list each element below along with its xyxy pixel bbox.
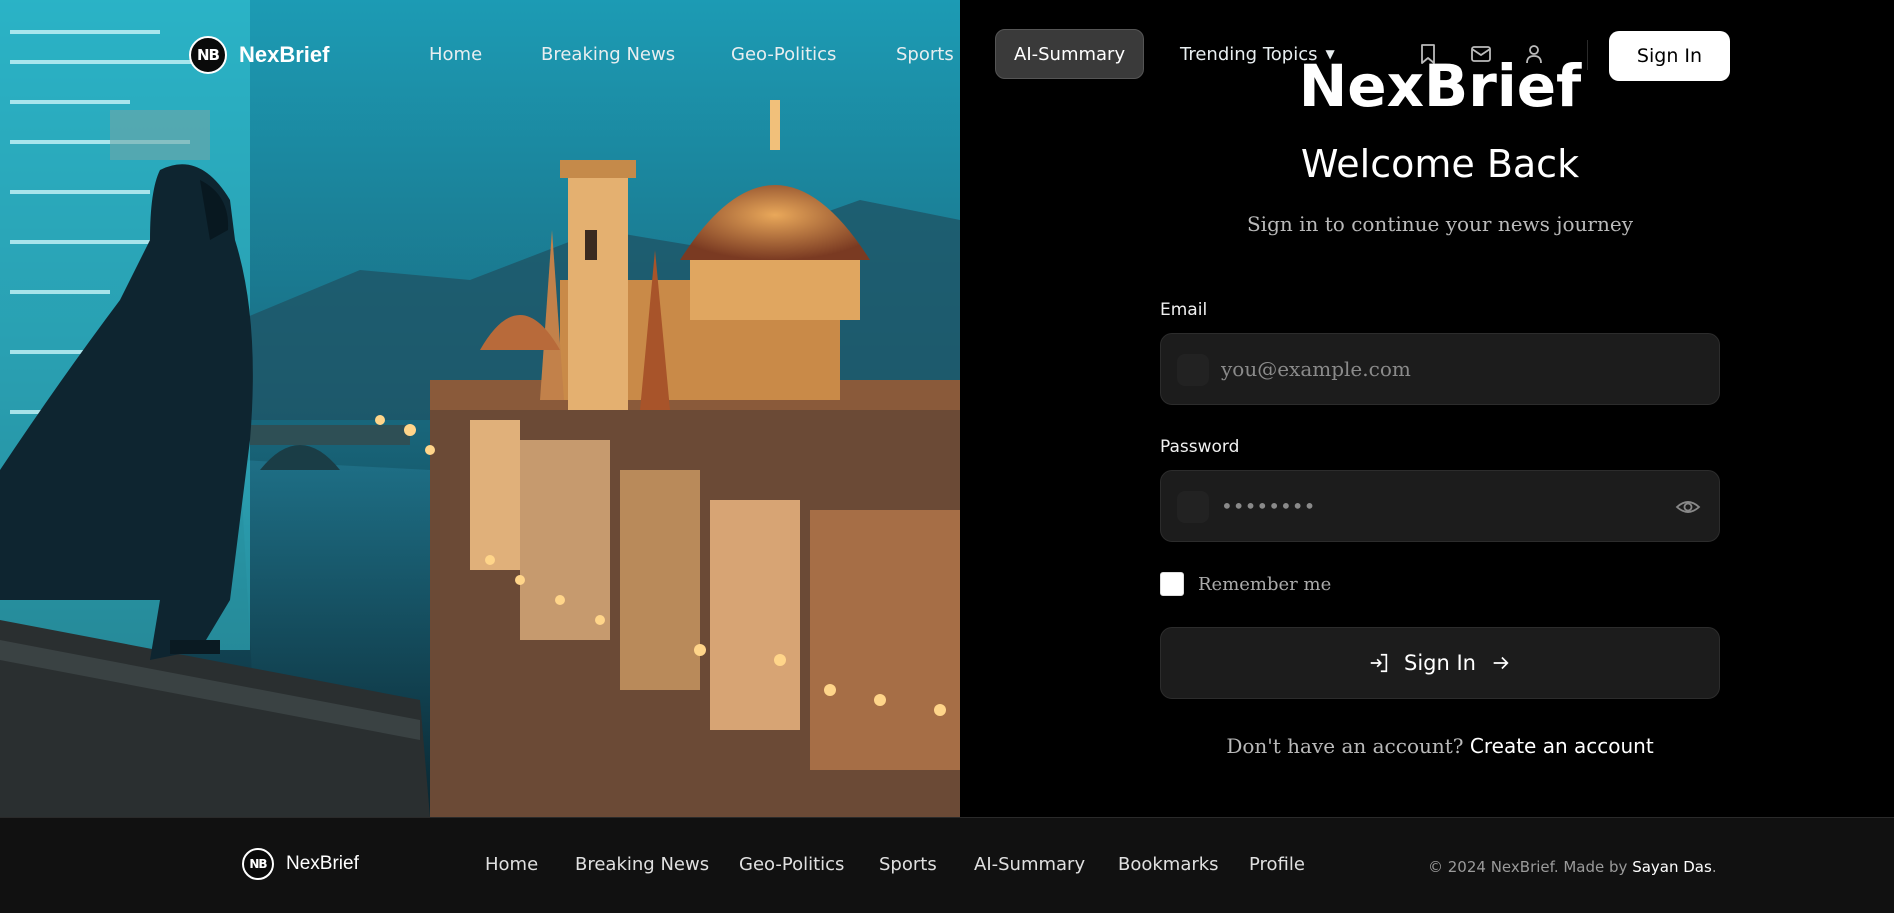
show-password-icon[interactable] [1675,495,1701,519]
footer-link-sports[interactable]: Sports [879,854,937,875]
copyright-end: . [1711,858,1717,876]
footer-link-breaking-news[interactable]: Breaking News [575,854,709,875]
remember-me-checkbox[interactable] [1160,572,1184,596]
email-label: Email [1160,300,1208,320]
password-input[interactable] [1221,471,1661,541]
footer-brand[interactable]: NB NexBrief [242,848,359,880]
email-input[interactable] [1221,334,1661,404]
sign-in-button[interactable]: Sign In [1160,627,1720,699]
footer-link-geo-politics[interactable]: Geo-Politics [739,854,844,875]
welcome-heading: Welcome Back [1300,142,1580,186]
mail-field-icon [1177,354,1209,386]
lock-icon [1177,491,1209,523]
footer: NB NexBrief Home Breaking News Geo-Polit… [0,817,1894,913]
footer-logo: NB [242,848,274,880]
footer-link-home[interactable]: Home [485,854,538,875]
remember-me[interactable]: Remember me [1160,572,1331,596]
login-icon [1370,653,1388,673]
signup-question: Don't have an account? [1226,734,1464,758]
footer-link-profile[interactable]: Profile [1249,854,1305,875]
nav-breaking-news[interactable]: Breaking News [541,29,675,79]
footer-link-bookmarks[interactable]: Bookmarks [1118,854,1219,875]
remember-me-label: Remember me [1198,573,1332,595]
nav-sports[interactable]: Sports [896,29,954,79]
footer-brand-name: NexBrief [286,853,359,874]
author-name: Sayan Das [1632,858,1712,876]
create-account-link[interactable]: Create an account [1470,734,1654,758]
footer-copyright: © 2024 NexBrief. Made by Sayan Das. [1428,858,1717,876]
password-label: Password [1160,437,1240,457]
sign-in-label: Sign In [1404,651,1476,675]
hero-image [0,0,960,817]
password-field[interactable] [1160,470,1720,542]
arrow-right-icon [1493,656,1509,670]
signup-prompt: Don't have an account? Create an account [1120,734,1760,758]
copyright-text: © 2024 NexBrief. Made by [1428,858,1628,876]
nav-home[interactable]: Home [429,29,482,79]
app-title: NexBrief [1298,52,1582,120]
nav-geo-politics[interactable]: Geo-Politics [731,29,836,79]
hero-illustration [0,0,960,817]
email-field[interactable] [1160,333,1720,405]
welcome-subtitle: Sign in to continue your news journey [1246,212,1633,236]
footer-link-ai-summary[interactable]: AI-Summary [974,854,1085,875]
